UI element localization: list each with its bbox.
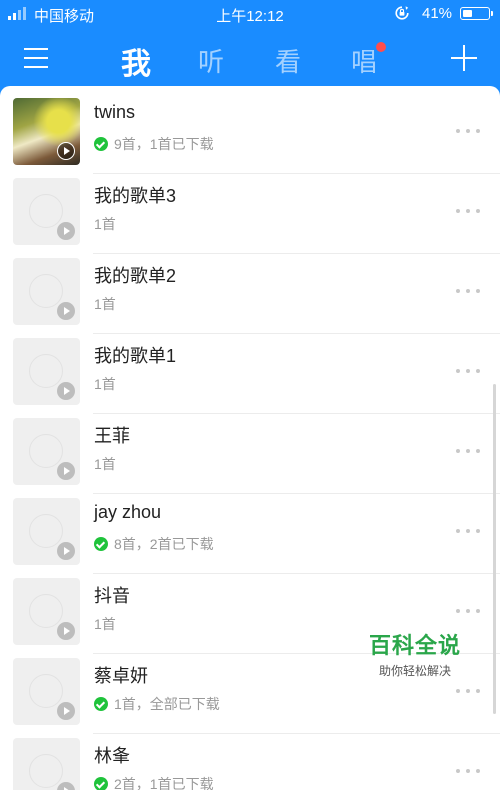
playlist-title: 我的歌单2 — [94, 266, 177, 286]
playlist-subtitle: 1首 — [94, 214, 116, 234]
rotation-lock-icon — [395, 6, 409, 20]
tab-me-label: 我 — [121, 48, 151, 81]
play-icon[interactable] — [57, 542, 75, 560]
playlist-title: 抖音 — [94, 586, 130, 606]
more-options-icon[interactable] — [456, 207, 480, 215]
watermark-logo-text: 百科全说 — [368, 633, 461, 658]
more-options-icon[interactable] — [456, 767, 480, 775]
playlist-subtitle: 1首 — [94, 454, 116, 474]
playlist-count: 1首 — [94, 296, 116, 312]
playlist-count: 1首 — [94, 456, 116, 472]
play-icon[interactable] — [57, 782, 75, 790]
play-icon[interactable] — [57, 302, 75, 320]
playlist-row[interactable]: 我的歌单3 1首 — [0, 174, 500, 254]
disc-placeholder-icon — [29, 514, 63, 548]
downloaded-check-icon — [94, 537, 108, 551]
tab-sing-label: 唱 — [350, 47, 377, 77]
playlist-row[interactable]: 林夆 2首，1首已下载 — [0, 734, 500, 790]
playlist-row[interactable]: jay zhou 8首，2首已下载 — [0, 494, 500, 574]
tab-watch-label: 看 — [274, 47, 301, 77]
disc-placeholder-icon — [29, 594, 63, 628]
more-options-icon[interactable] — [456, 687, 480, 695]
playlist-title: jay zhou — [94, 502, 162, 522]
disc-placeholder-icon — [29, 754, 63, 788]
playlist-title: 林夆 — [94, 746, 130, 766]
playlist-cover — [13, 338, 80, 405]
playlist-title: 王菲 — [94, 426, 130, 446]
disc-placeholder-icon — [29, 354, 63, 388]
playlist-count: 1首 — [94, 216, 116, 232]
watermark-slogan: 助你轻松解决 — [378, 664, 451, 678]
more-options-icon[interactable] — [456, 527, 480, 535]
playlist-subtitle: 1首 — [94, 294, 116, 314]
play-icon[interactable] — [57, 622, 75, 640]
plus-icon[interactable] — [451, 45, 477, 71]
more-options-icon[interactable] — [456, 127, 480, 135]
top-bar: 中国移动 上午12:12 41% 我 听 看 唱 — [0, 0, 500, 90]
playlist-title: 蔡卓妍 — [94, 666, 148, 686]
downloaded-check-icon — [94, 697, 108, 711]
playlist-subtitle: 1首 — [94, 614, 116, 634]
watermark: 百科全说 助你轻松解决 — [352, 628, 478, 678]
disc-placeholder-icon — [29, 274, 63, 308]
play-icon[interactable] — [57, 382, 75, 400]
battery-percent: 41% — [422, 5, 453, 22]
more-options-icon[interactable] — [456, 607, 480, 615]
notification-badge — [376, 42, 386, 52]
playlist-count: 1首 — [94, 616, 116, 632]
playlist-cover — [13, 258, 80, 325]
playlist-cover — [13, 418, 80, 485]
play-icon[interactable] — [57, 222, 75, 240]
more-options-icon[interactable] — [456, 367, 480, 375]
battery-level-fill — [463, 10, 473, 17]
playlist-row[interactable]: 我的歌单2 1首 — [0, 254, 500, 334]
tab-listen-label: 听 — [197, 47, 224, 77]
play-icon[interactable] — [57, 702, 75, 720]
play-icon[interactable] — [57, 142, 75, 160]
playlist-cover — [13, 498, 80, 565]
tab-watch[interactable]: 看 — [268, 42, 308, 79]
playlist-cover — [13, 738, 80, 790]
disc-placeholder-icon — [29, 434, 63, 468]
more-options-icon[interactable] — [456, 287, 480, 295]
playlist-row[interactable]: 王菲 1首 — [0, 414, 500, 494]
tab-me[interactable]: 我 — [116, 39, 156, 83]
scrollbar[interactable] — [493, 384, 496, 714]
play-icon[interactable] — [57, 462, 75, 480]
disc-placeholder-icon — [29, 194, 63, 228]
hamburger-menu-icon[interactable] — [24, 48, 48, 68]
playlist-count: 9首，1首已下载 — [114, 136, 214, 152]
playlist-title: twins — [94, 102, 136, 122]
nav-bar: 我 听 看 唱 — [0, 28, 500, 90]
playlist-cover — [13, 98, 80, 165]
battery-icon — [460, 7, 493, 20]
disc-placeholder-icon — [29, 674, 63, 708]
playlist-cover — [13, 578, 80, 645]
playlist-count: 1首 — [94, 376, 116, 392]
status-bar: 中国移动 上午12:12 41% — [0, 0, 500, 28]
playlist-count: 2首，1首已下载 — [114, 776, 214, 790]
playlist-row[interactable]: 我的歌单1 1首 — [0, 334, 500, 414]
playlist-subtitle: 1首，全部已下载 — [94, 694, 220, 714]
playlist-cover — [13, 658, 80, 725]
playlist-list: twins 9首，1首已下载 我的歌单3 1首 我的歌单2 1首 我的歌单1 1首 王菲 1首 ja… — [0, 94, 500, 790]
playlist-count: 1首，全部已下载 — [114, 696, 220, 712]
playlist-subtitle: 9首，1首已下载 — [94, 134, 214, 154]
playlist-cover — [13, 178, 80, 245]
tab-listen[interactable]: 听 — [191, 42, 231, 79]
tab-sing[interactable]: 唱 — [344, 42, 386, 79]
downloaded-check-icon — [94, 137, 108, 151]
playlist-title: 我的歌单1 — [94, 346, 177, 366]
downloaded-check-icon — [94, 777, 108, 790]
playlist-title: 我的歌单3 — [94, 186, 177, 206]
more-options-icon[interactable] — [456, 447, 480, 455]
playlist-panel: twins 9首，1首已下载 我的歌单3 1首 我的歌单2 1首 我的歌单1 1首 王菲 1首 ja… — [0, 86, 500, 790]
playlist-count: 8首，2首已下载 — [114, 536, 214, 552]
playlist-row[interactable]: twins 9首，1首已下载 — [0, 94, 500, 174]
playlist-subtitle: 1首 — [94, 374, 116, 394]
playlist-subtitle: 2首，1首已下载 — [94, 774, 214, 790]
playlist-subtitle: 8首，2首已下载 — [94, 534, 214, 554]
